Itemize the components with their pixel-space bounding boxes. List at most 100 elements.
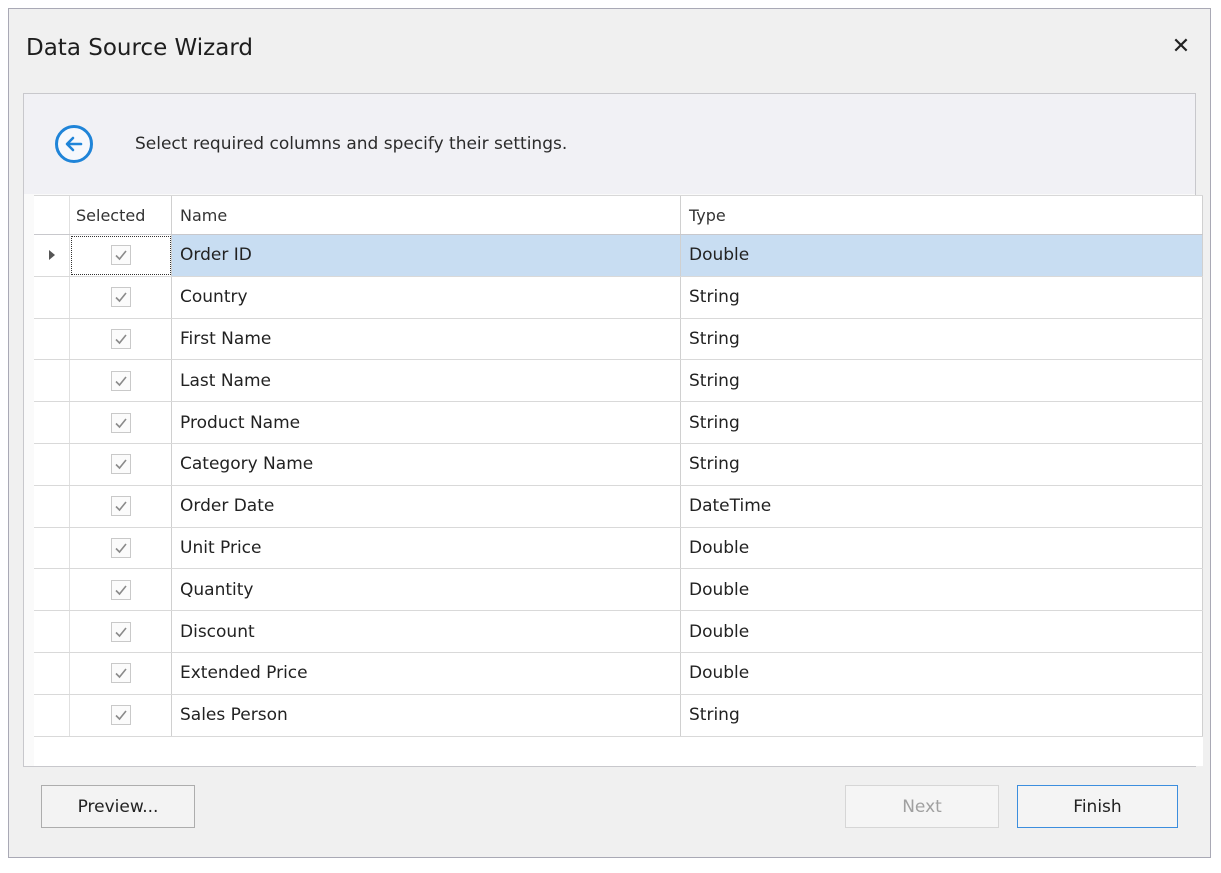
wizard-header: Select required columns and specify thei…: [24, 94, 1195, 194]
checkmark-icon: [114, 418, 127, 428]
row-indicator[interactable]: [34, 443, 70, 485]
table-row[interactable]: First Name String: [34, 318, 1203, 361]
cell-selected: [70, 527, 172, 569]
column-header-name[interactable]: Name: [172, 196, 681, 234]
cell-type[interactable]: Double: [681, 611, 1203, 652]
wizard-window: Data Source Wizard ✕ Select required col…: [8, 8, 1211, 858]
cell-selected: [70, 318, 172, 360]
cell-type[interactable]: Double: [681, 569, 1203, 611]
checkmark-icon: [114, 585, 127, 595]
checkmark-icon: [114, 459, 127, 470]
row-indicator[interactable]: [34, 402, 70, 443]
table-row[interactable]: Extended Price Double: [34, 652, 1203, 695]
cell-selected: [70, 402, 172, 443]
row-indicator[interactable]: [34, 694, 70, 736]
selected-checkbox[interactable]: [110, 412, 131, 433]
selected-checkbox[interactable]: [110, 496, 131, 517]
checkmark-icon: [114, 292, 127, 303]
checkmark-icon: [114, 668, 127, 679]
cell-name[interactable]: Order Date: [172, 485, 681, 527]
next-button[interactable]: Next: [845, 785, 999, 828]
close-icon: ✕: [1171, 33, 1191, 59]
cell-name[interactable]: Sales Person: [172, 694, 681, 736]
checkmark-icon: [114, 250, 127, 261]
cell-type[interactable]: String: [681, 360, 1203, 402]
cell-name[interactable]: Quantity: [172, 569, 681, 611]
row-indicator[interactable]: [34, 485, 70, 527]
cell-name[interactable]: Product Name: [172, 402, 681, 443]
cell-selected: [70, 652, 172, 694]
selected-checkbox[interactable]: [110, 579, 131, 600]
cell-selected: [70, 485, 172, 527]
columns-grid: Selected Name Type Order ID Double Country…: [34, 195, 1203, 766]
cell-name[interactable]: Last Name: [172, 360, 681, 402]
table-row[interactable]: Discount Double: [34, 611, 1203, 653]
cell-type[interactable]: Double: [681, 527, 1203, 569]
table-row[interactable]: Quantity Double: [34, 569, 1203, 612]
cell-name[interactable]: Unit Price: [172, 527, 681, 569]
grid-header: Selected Name Type: [34, 196, 1203, 235]
cell-type[interactable]: Double: [681, 652, 1203, 694]
row-indicator[interactable]: [34, 276, 70, 318]
cell-type[interactable]: String: [681, 443, 1203, 485]
grid-rows: Order ID Double Country String First Name Str…: [34, 235, 1203, 737]
selected-checkbox[interactable]: [110, 370, 131, 391]
checkmark-icon: [114, 334, 127, 345]
selected-checkbox[interactable]: [110, 537, 131, 558]
table-row[interactable]: Order Date DateTime: [34, 485, 1203, 528]
table-row[interactable]: Order ID Double: [34, 235, 1203, 277]
row-pointer-icon: [48, 250, 55, 261]
cell-name[interactable]: Discount: [172, 611, 681, 652]
row-indicator[interactable]: [34, 652, 70, 694]
selected-checkbox[interactable]: [110, 621, 131, 642]
cell-type[interactable]: Double: [681, 235, 1203, 276]
arrow-left-circle-icon: [65, 136, 83, 152]
checkmark-icon: [114, 501, 127, 512]
checkmark-icon: [114, 376, 127, 386]
finish-button[interactable]: Finish: [1017, 785, 1178, 828]
table-row[interactable]: Unit Price Double: [34, 527, 1203, 570]
wizard-content: Select required columns and specify thei…: [23, 93, 1203, 767]
cell-selected: [70, 443, 172, 485]
selected-checkbox[interactable]: [110, 245, 131, 266]
window-title: Data Source Wizard: [26, 35, 253, 61]
table-row[interactable]: Country String: [34, 276, 1203, 319]
cell-type[interactable]: String: [681, 276, 1203, 318]
selected-checkbox[interactable]: [110, 454, 131, 475]
cell-selected: [70, 360, 172, 402]
table-row[interactable]: Product Name String: [34, 402, 1203, 444]
cell-selected: [70, 611, 172, 652]
selected-checkbox[interactable]: [110, 705, 131, 726]
cell-name[interactable]: Category Name: [172, 443, 681, 485]
row-indicator[interactable]: [34, 611, 70, 652]
row-indicator-header: [34, 196, 70, 234]
column-header-selected[interactable]: Selected: [70, 196, 172, 234]
row-indicator[interactable]: [34, 527, 70, 569]
checkmark-icon: [114, 627, 127, 637]
row-indicator[interactable]: [34, 318, 70, 360]
selected-checkbox[interactable]: [110, 328, 131, 349]
close-button[interactable]: ✕: [1166, 31, 1196, 61]
cell-name[interactable]: Order ID: [172, 235, 681, 276]
cell-type[interactable]: String: [681, 402, 1203, 443]
cell-type[interactable]: String: [681, 318, 1203, 360]
table-row[interactable]: Category Name String: [34, 443, 1203, 486]
cell-type[interactable]: DateTime: [681, 485, 1203, 527]
table-row[interactable]: Last Name String: [34, 360, 1203, 403]
back-button[interactable]: [55, 125, 93, 163]
row-indicator[interactable]: [34, 569, 70, 611]
cell-selected: [70, 235, 172, 276]
column-header-type[interactable]: Type: [681, 196, 1203, 234]
table-row[interactable]: Sales Person String: [34, 694, 1203, 737]
preview-button[interactable]: Preview...: [41, 785, 195, 828]
cell-selected: [70, 569, 172, 611]
selected-checkbox[interactable]: [110, 663, 131, 684]
cell-name[interactable]: Country: [172, 276, 681, 318]
row-indicator[interactable]: [34, 235, 70, 276]
title-bar: Data Source Wizard ✕: [9, 9, 1210, 93]
row-indicator[interactable]: [34, 360, 70, 402]
cell-name[interactable]: Extended Price: [172, 652, 681, 694]
cell-type[interactable]: String: [681, 694, 1203, 736]
selected-checkbox[interactable]: [110, 287, 131, 308]
cell-name[interactable]: First Name: [172, 318, 681, 360]
